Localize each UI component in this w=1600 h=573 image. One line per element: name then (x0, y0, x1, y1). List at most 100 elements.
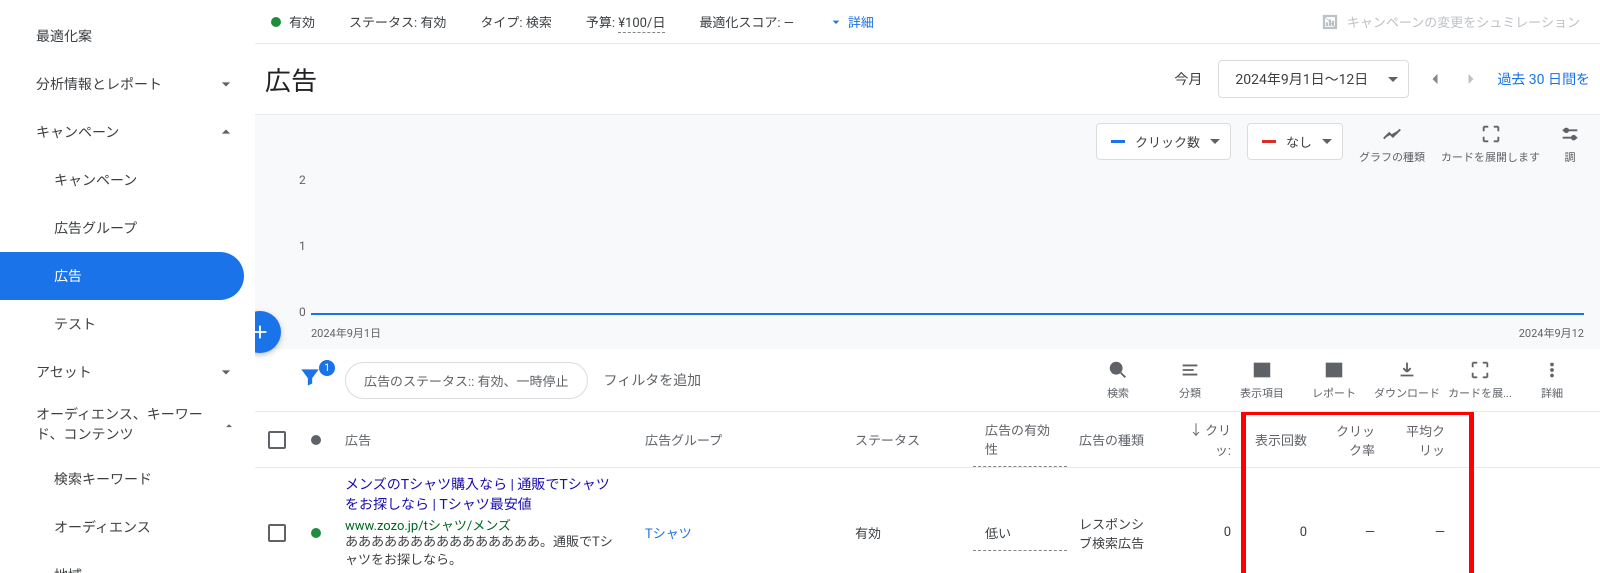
value: — (784, 16, 794, 31)
label: 予算: (586, 16, 615, 31)
col-ad[interactable]: 広告 (333, 422, 633, 457)
ad-preview-cell[interactable]: メンズのTシャツ購入なら | 通販でTシャツをお探しなら | Tシャツ最安値 w… (333, 468, 633, 573)
sidebar-item-campaign[interactable]: キャンペーン (0, 156, 254, 204)
label: レポート (1312, 385, 1356, 401)
value: 有効 (420, 16, 446, 31)
chevron-down-icon (216, 74, 236, 94)
status-dot-green (271, 17, 281, 27)
chart-x-axis: 2024年9月1日 2024年9月12 (271, 323, 1584, 347)
detail-link[interactable]: 詳細 (828, 12, 874, 31)
page-title: 広告 (265, 61, 317, 98)
more-vert-icon (1541, 359, 1563, 381)
sidebar-item-region[interactable]: 地域 (0, 551, 254, 573)
sidebar-item-campaigns[interactable]: キャンペーン (0, 108, 254, 156)
sidebar-item-label: 検索キーワード (54, 469, 152, 489)
col-validity[interactable]: 広告の有効性 (973, 412, 1067, 467)
sidebar-item-search-kw[interactable]: 検索キーワード (0, 455, 254, 503)
row-select[interactable] (255, 516, 299, 550)
chart-type-button[interactable]: グラフの種類 (1359, 123, 1425, 165)
chart-card: クリック数 なし グラフの種類 カードを展開します (255, 114, 1600, 349)
sidebar-item-insights[interactable]: 分析情報とレポート (0, 60, 254, 108)
row-status: 有効 (843, 515, 973, 550)
row-status-dot[interactable] (299, 520, 333, 546)
chevron-down-icon (1322, 139, 1332, 144)
adjust-button[interactable]: 調 (1556, 123, 1584, 165)
value: 検索 (526, 16, 552, 31)
adgroup-link[interactable]: Tシャツ (633, 515, 843, 550)
optscore-field: 最適化スコア: — (699, 12, 794, 31)
sidebar: 最適化案 分析情報とレポート キャンペーン キャンペーン 広告グループ 広告 テ… (0, 0, 255, 573)
chart-plot: 2 1 0 (271, 173, 1584, 323)
status-enabled[interactable]: 有効 (271, 12, 315, 31)
select-all-cell[interactable] (255, 423, 299, 457)
expand-card-button[interactable]: カードを展開します (1441, 123, 1540, 165)
chevron-up-icon (216, 122, 236, 142)
sidebar-item-label: 広告グループ (54, 218, 137, 238)
col-type[interactable]: 広告の種類 (1067, 422, 1167, 457)
card-expand-button[interactable]: カードを展... (1448, 359, 1512, 401)
row-avg: — (1387, 517, 1457, 548)
sidebar-item-audiences-kw[interactable]: オーディエンス、キーワード、コンテンツ (0, 396, 254, 455)
col-adgroup[interactable]: 広告グループ (633, 422, 843, 457)
status-field: ステータス: 有効 (349, 12, 446, 31)
segment-button[interactable]: 分類 (1158, 359, 1222, 401)
status-dot-header[interactable] (299, 427, 333, 453)
x-start-label: 2024年9月1日 (311, 325, 381, 341)
chart-controls: クリック数 なし グラフの種類 カードを展開します (271, 123, 1584, 173)
row-clicks: 0 (1167, 517, 1243, 548)
table-row[interactable]: メンズのTシャツ購入なら | 通販でTシャツをお探しなら | Tシャツ最安値 w… (255, 468, 1600, 573)
type-field: タイプ: 検索 (480, 12, 551, 31)
metric-selector-2[interactable]: なし (1247, 123, 1343, 160)
row-validity[interactable]: 低い (973, 515, 1067, 551)
sidebar-item-label: 地域 (54, 565, 82, 573)
metric-selector-1[interactable]: クリック数 (1096, 123, 1231, 160)
more-button[interactable]: 詳細 (1520, 359, 1584, 401)
col-avg[interactable]: 平均クリッ (1387, 413, 1457, 467)
sidebar-item-label: アセット (36, 362, 92, 382)
label: ステータス: (349, 16, 417, 31)
sidebar-item-test[interactable]: テスト (0, 300, 254, 348)
col-ctr[interactable]: クリック率 (1319, 413, 1387, 467)
barchart-icon (1323, 359, 1345, 381)
search-button[interactable]: 検索 (1086, 359, 1150, 401)
chevron-down-icon (1388, 77, 1398, 82)
col-status[interactable]: ステータス (843, 422, 973, 457)
budget-field[interactable]: 予算: ¥100/日 (586, 12, 666, 31)
col-impressions[interactable]: 表示回数 (1243, 422, 1319, 457)
label: カードを展開します (1441, 149, 1540, 165)
chevron-down-icon (828, 14, 844, 30)
metric-label: なし (1286, 132, 1312, 151)
sidebar-item-audience[interactable]: オーディエンス (0, 503, 254, 551)
ad-description: あああああああああああああああ。通販でTシャツをお探しなら。 (345, 534, 621, 570)
ad-headline: メンズのTシャツ購入なら | 通販でTシャツをお探しなら | Tシャツ最安値 (345, 476, 621, 515)
label: 詳細 (1541, 385, 1563, 401)
segment-icon (1179, 359, 1201, 381)
checkbox-icon (268, 524, 286, 542)
col-clicks[interactable]: ↓クリッ: (1167, 412, 1243, 467)
label: グラフの種類 (1359, 149, 1425, 165)
download-icon (1396, 359, 1418, 381)
metric-color-icon (1111, 140, 1125, 143)
add-filter-input[interactable]: フィルタを追加 (604, 370, 1070, 390)
sidebar-item-optimize[interactable]: 最適化案 (0, 12, 254, 60)
sort-down-icon: ↓ (1189, 423, 1203, 439)
next-period-icon[interactable] (1461, 69, 1481, 89)
last-30-days-link[interactable]: 過去 30 日間を (1497, 69, 1590, 89)
sidebar-item-assets[interactable]: アセット (0, 348, 254, 396)
y-tick: 0 (299, 305, 306, 319)
prev-period-icon[interactable] (1425, 69, 1445, 89)
sidebar-item-adgroups[interactable]: 広告グループ (0, 204, 254, 252)
simulate-label: キャンペーンの変更をシュミレーション (1347, 12, 1580, 31)
columns-button[interactable]: 表示項目 (1230, 359, 1294, 401)
date-range-picker[interactable]: 2024年9月1日～12日 (1218, 60, 1409, 98)
filter-button[interactable]: 1 (297, 364, 329, 396)
chevron-down-icon (1210, 139, 1220, 144)
x-end-label: 2024年9月12 (1519, 325, 1584, 341)
sidebar-item-ads[interactable]: 広告 (0, 252, 244, 300)
filter-chip[interactable]: 広告のステータス:: 有効、一時停止 (345, 362, 588, 399)
metric-color-icon (1262, 140, 1276, 143)
search-icon (1107, 359, 1129, 381)
report-button[interactable]: レポート (1302, 359, 1366, 401)
sidebar-item-label: 広告 (54, 266, 82, 286)
download-button[interactable]: ダウンロード (1374, 359, 1440, 401)
